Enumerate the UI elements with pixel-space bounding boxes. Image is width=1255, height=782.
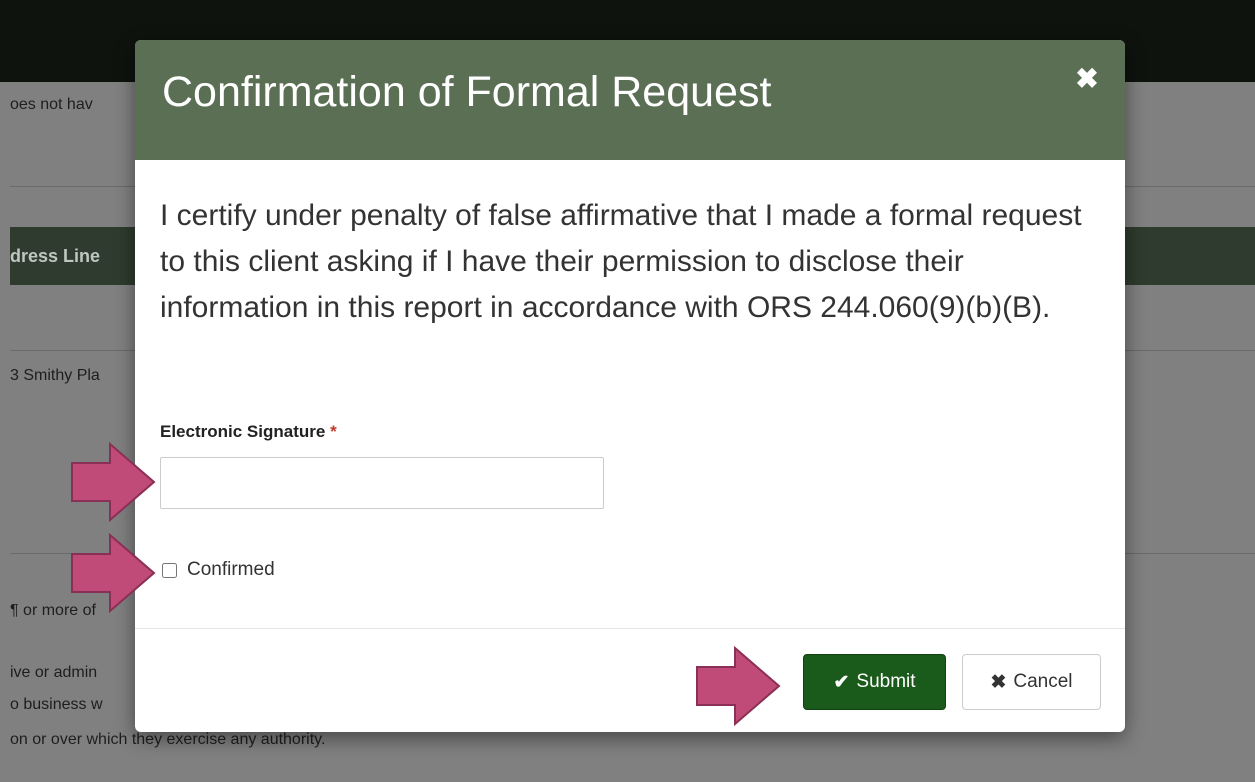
close-icon: ✖ — [990, 671, 1007, 693]
background-text: ive or admin — [10, 664, 98, 681]
submit-button[interactable]: ✔ Submit — [803, 654, 946, 710]
electronic-signature-input[interactable] — [160, 457, 604, 509]
background-column-header: dress Line — [10, 246, 101, 266]
confirmed-label: Confirmed — [187, 559, 275, 580]
background-text: on or over which they exercise any autho… — [10, 731, 326, 748]
required-indicator: * — [330, 422, 337, 441]
modal-title: Confirmation of Formal Request — [162, 68, 772, 116]
modal-footer-divider — [135, 628, 1125, 629]
signature-label: Electronic Signature * — [160, 422, 337, 442]
annotation-arrow-icon — [696, 646, 781, 726]
confirmed-checkbox-row[interactable]: Confirmed — [160, 558, 275, 582]
confirmed-checkbox[interactable] — [162, 562, 177, 578]
annotation-arrow-icon — [71, 533, 156, 613]
close-icon[interactable]: ✖ — [1072, 64, 1102, 94]
annotation-arrow-icon — [71, 442, 156, 522]
submit-label: Submit — [856, 671, 916, 692]
background-text: oes not hav — [10, 96, 93, 113]
background-text: o business w — [10, 696, 103, 713]
confirmation-modal: Confirmation of Formal Request ✖ I certi… — [135, 40, 1125, 732]
cancel-label: Cancel — [1013, 671, 1073, 692]
checkmark-icon: ✔ — [833, 671, 850, 693]
signature-label-text: Electronic Signature — [160, 422, 326, 441]
modal-header: Confirmation of Formal Request ✖ — [135, 40, 1125, 160]
background-cell: 3 Smithy Pla — [10, 367, 100, 384]
certification-statement: I certify under penalty of false affirma… — [160, 199, 1082, 324]
cancel-button[interactable]: ✖ Cancel — [962, 654, 1101, 710]
